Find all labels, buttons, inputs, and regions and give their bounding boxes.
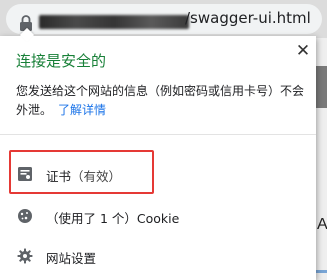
background-page: A bbox=[316, 38, 327, 280]
cookies-label: （使用了 1 个）Cookie bbox=[46, 211, 180, 226]
security-description-end: 外泄。 bbox=[16, 103, 53, 117]
security-description: 您发送给这个网站的信息（例如密码或信用卡号）不会 bbox=[16, 84, 305, 98]
site-settings-label: 网站设置 bbox=[46, 251, 97, 266]
background-partial-text: A bbox=[317, 216, 327, 233]
connection-secure-title: 连接是安全的 bbox=[16, 52, 107, 70]
background-link-underline bbox=[316, 270, 327, 273]
address-bar: /swagger-ui.html bbox=[0, 0, 327, 38]
highlight-box bbox=[9, 150, 154, 194]
url-domain-redacted bbox=[39, 15, 189, 29]
site-settings-item[interactable]: 网站设置 bbox=[0, 236, 316, 276]
security-description-continued: 外泄。 了解详情 bbox=[16, 101, 106, 118]
url-path[interactable]: /swagger-ui.html bbox=[185, 9, 311, 27]
background-header-block bbox=[316, 66, 327, 108]
gear-icon bbox=[17, 248, 33, 264]
cookies-item[interactable]: （使用了 1 个）Cookie bbox=[0, 196, 316, 236]
learn-more-link[interactable]: 了解详情 bbox=[58, 103, 106, 117]
cookie-icon bbox=[18, 209, 32, 223]
popup-divider bbox=[0, 134, 316, 135]
close-icon[interactable]: ✕ bbox=[292, 40, 314, 62]
